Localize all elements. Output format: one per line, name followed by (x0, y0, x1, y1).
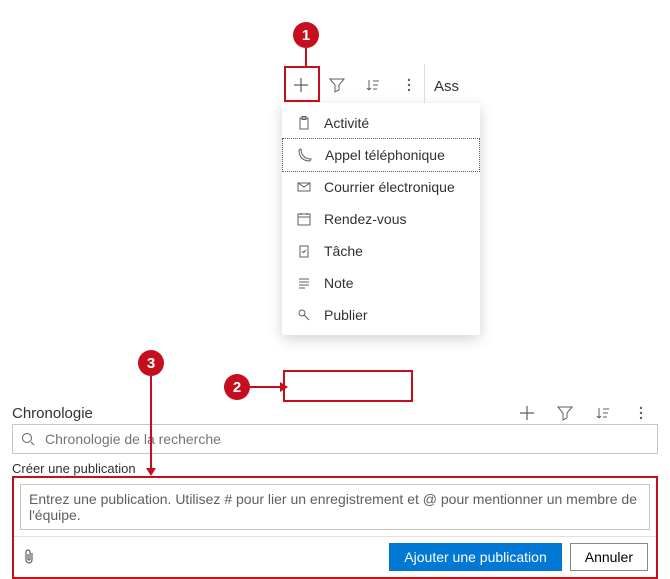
chronologie-search[interactable] (12, 424, 658, 454)
menu-item-label: Rendez-vous (324, 211, 407, 227)
add-publication-button[interactable]: Ajouter une publication (389, 543, 561, 571)
menu-item-tache[interactable]: Tâche (282, 235, 480, 267)
menu-item-publier[interactable]: Publier (282, 299, 480, 331)
cancel-button[interactable]: Annuler (570, 543, 648, 571)
highlight-plus (284, 66, 320, 102)
filter-icon[interactable] (320, 68, 354, 102)
mail-icon (296, 179, 312, 195)
publication-footer: Ajouter une publication Annuler (14, 536, 656, 577)
menu-item-note[interactable]: Note (282, 267, 480, 299)
toolbar-divider (424, 64, 425, 104)
publication-textarea[interactable]: Entrez une publication. Utilisez # pour … (20, 484, 650, 530)
menu-item-activite[interactable]: Activité (282, 107, 480, 139)
publication-panel: Entrez une publication. Utilisez # pour … (12, 476, 658, 579)
menu-item-label: Tâche (324, 243, 363, 259)
search-input[interactable] (43, 430, 649, 448)
clipboard-icon (296, 115, 312, 131)
pin-icon (296, 307, 312, 323)
callout-2: 2 (224, 374, 250, 400)
note-icon (296, 275, 312, 291)
calendar-icon (296, 211, 312, 227)
menu-item-label: Publier (324, 307, 368, 323)
callout-1-line (305, 48, 307, 66)
menu-item-rendezvous[interactable]: Rendez-vous (282, 203, 480, 235)
sort-icon[interactable] (356, 68, 390, 102)
menu-item-label: Courrier électronique (324, 179, 455, 195)
menu-item-label: Activité (324, 115, 369, 131)
menu-item-courrier[interactable]: Courrier électronique (282, 171, 480, 203)
search-icon (21, 432, 35, 446)
phone-icon (297, 147, 313, 163)
callout-3: 3 (138, 350, 164, 376)
callout-2-arrow (250, 386, 280, 388)
highlight-publier (283, 370, 413, 402)
callout-1: 1 (293, 22, 319, 48)
callout-3-arrow (150, 376, 152, 468)
task-icon (296, 243, 312, 259)
assistant-label: Ass (434, 78, 459, 95)
more-icon[interactable] (392, 68, 426, 102)
create-publication-label: Créer une publication (12, 461, 658, 476)
chronologie-title: Chronologie (12, 405, 93, 422)
attach-icon[interactable] (22, 549, 36, 565)
add-menu: Activité Appel téléphonique Courrier éle… (282, 103, 480, 335)
menu-item-label: Note (324, 275, 354, 291)
menu-item-appel[interactable]: Appel téléphonique (282, 138, 480, 172)
menu-item-label: Appel téléphonique (325, 147, 445, 163)
